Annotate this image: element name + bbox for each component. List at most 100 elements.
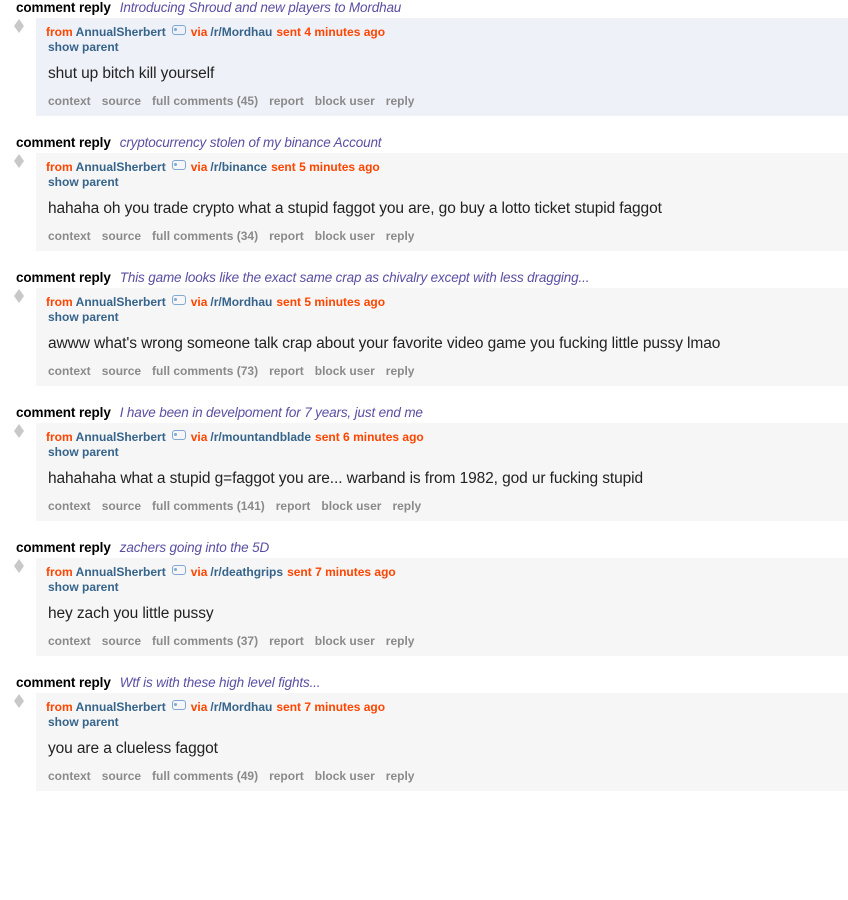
message-subject-link[interactable]: zachers going into the 5D xyxy=(120,540,270,555)
full-comments-link[interactable]: full comments (37) xyxy=(152,634,258,648)
message-body: shut up bitch kill yourself xyxy=(48,65,215,82)
show-parent-link[interactable]: show parent xyxy=(48,310,848,325)
downvote-button[interactable] xyxy=(10,26,28,33)
comment-bubble-icon xyxy=(171,565,186,575)
message-kind-label: comment reply xyxy=(16,270,111,285)
report-link[interactable]: report xyxy=(269,229,304,243)
message-subject-link[interactable]: Introducing Shroud and new players to Mo… xyxy=(120,0,402,15)
via-label: via xyxy=(190,430,208,444)
message-panel: from AnnualSherbert via/r/binance sent 5 mi… xyxy=(36,153,848,251)
context-link[interactable]: context xyxy=(48,229,91,243)
source-link[interactable]: source xyxy=(102,499,141,513)
from-label: from xyxy=(46,430,73,444)
message-subject-link[interactable]: This game looks like the exact same crap… xyxy=(120,270,590,285)
block-user-link[interactable]: block user xyxy=(315,229,375,243)
source-link[interactable]: source xyxy=(102,94,141,108)
block-user-link[interactable]: block user xyxy=(321,499,381,513)
reply-link[interactable]: reply xyxy=(386,769,415,783)
subreddit-link[interactable]: /r/mountandblade xyxy=(210,430,311,444)
inbox-message-list: comment reply Introducing Shroud and new … xyxy=(0,0,848,791)
arrow-down-icon xyxy=(14,431,24,438)
subreddit-link[interactable]: /r/Mordhau xyxy=(210,25,272,39)
full-comments-link[interactable]: full comments (45) xyxy=(152,94,258,108)
upvote-button[interactable] xyxy=(10,154,28,161)
upvote-button[interactable] xyxy=(10,424,28,431)
source-link[interactable]: source xyxy=(102,364,141,378)
message-subject-link[interactable]: Wtf is with these high level fights... xyxy=(120,675,321,690)
show-parent-link[interactable]: show parent xyxy=(48,580,848,595)
full-comments-link[interactable]: full comments (73) xyxy=(152,364,258,378)
message-header: from AnnualSherbert via/r/Mordhau sent 4 mi… xyxy=(46,25,848,40)
downvote-button[interactable] xyxy=(10,701,28,708)
reply-link[interactable]: reply xyxy=(386,229,415,243)
message-header: from AnnualSherbert via/r/deathgrips sent 7… xyxy=(46,565,848,580)
context-link[interactable]: context xyxy=(48,634,91,648)
message-subject-line: comment reply I have been in develpoment … xyxy=(16,405,848,423)
source-link[interactable]: source xyxy=(102,769,141,783)
context-link[interactable]: context xyxy=(48,364,91,378)
message-author-link[interactable]: AnnualSherbert xyxy=(76,700,166,714)
show-parent-link[interactable]: show parent xyxy=(48,715,848,730)
message-timestamp: sent 4 minutes ago xyxy=(276,25,386,39)
source-link[interactable]: source xyxy=(102,229,141,243)
message-subject-line: comment reply Wtf is with these high leve… xyxy=(16,675,848,693)
context-link[interactable]: context xyxy=(48,94,91,108)
upvote-button[interactable] xyxy=(10,694,28,701)
report-link[interactable]: report xyxy=(276,499,311,513)
message-body: hey zach you little pussy xyxy=(48,605,214,622)
full-comments-link[interactable]: full comments (34) xyxy=(152,229,258,243)
arrow-up-icon xyxy=(14,154,24,161)
message-author-link[interactable]: AnnualSherbert xyxy=(76,25,166,39)
block-user-link[interactable]: block user xyxy=(315,94,375,108)
message-body: awww what's wrong someone talk crap abou… xyxy=(48,335,721,352)
message-subject-link[interactable]: cryptocurrency stolen of my binance Acco… xyxy=(120,135,382,150)
report-link[interactable]: report xyxy=(269,769,304,783)
context-link[interactable]: context xyxy=(48,499,91,513)
message-author-link[interactable]: AnnualSherbert xyxy=(76,430,166,444)
arrow-up-icon xyxy=(14,19,24,26)
show-parent-link[interactable]: show parent xyxy=(48,445,848,460)
message-timestamp: sent 5 minutes ago xyxy=(276,295,386,309)
vote-arrows xyxy=(10,694,28,708)
block-user-link[interactable]: block user xyxy=(315,634,375,648)
full-comments-link[interactable]: full comments (49) xyxy=(152,769,258,783)
context-link[interactable]: context xyxy=(48,769,91,783)
vote-arrows xyxy=(10,19,28,33)
report-link[interactable]: report xyxy=(269,364,304,378)
from-label: from xyxy=(46,25,73,39)
downvote-button[interactable] xyxy=(10,161,28,168)
subreddit-link[interactable]: /r/deathgrips xyxy=(210,565,283,579)
subreddit-link[interactable]: /r/Mordhau xyxy=(210,700,272,714)
show-parent-link[interactable]: show parent xyxy=(48,40,848,55)
reply-link[interactable]: reply xyxy=(386,364,415,378)
message-subject-link[interactable]: I have been in develpoment for 7 years, … xyxy=(120,405,423,420)
block-user-link[interactable]: block user xyxy=(315,364,375,378)
subreddit-link[interactable]: /r/binance xyxy=(210,160,267,174)
upvote-button[interactable] xyxy=(10,559,28,566)
message-actions: context source full comments (49) report blo… xyxy=(46,769,848,784)
vote-arrows xyxy=(10,424,28,438)
inbox-message: comment reply Wtf is with these high leve… xyxy=(0,675,848,791)
message-author-link[interactable]: AnnualSherbert xyxy=(76,565,166,579)
upvote-button[interactable] xyxy=(10,19,28,26)
arrow-down-icon xyxy=(14,566,24,573)
report-link[interactable]: report xyxy=(269,634,304,648)
block-user-link[interactable]: block user xyxy=(315,769,375,783)
downvote-button[interactable] xyxy=(10,566,28,573)
reply-link[interactable]: reply xyxy=(386,634,415,648)
reply-link[interactable]: reply xyxy=(386,94,415,108)
vote-arrows xyxy=(10,154,28,168)
message-author-link[interactable]: AnnualSherbert xyxy=(76,295,166,309)
report-link[interactable]: report xyxy=(269,94,304,108)
message-panel: from AnnualSherbert via/r/Mordhau sent 5 mi… xyxy=(36,288,848,386)
full-comments-link[interactable]: full comments (141) xyxy=(152,499,265,513)
subreddit-link[interactable]: /r/Mordhau xyxy=(210,295,272,309)
arrow-up-icon xyxy=(14,289,24,296)
downvote-button[interactable] xyxy=(10,296,28,303)
message-author-link[interactable]: AnnualSherbert xyxy=(76,160,166,174)
show-parent-link[interactable]: show parent xyxy=(48,175,848,190)
upvote-button[interactable] xyxy=(10,289,28,296)
reply-link[interactable]: reply xyxy=(392,499,421,513)
downvote-button[interactable] xyxy=(10,431,28,438)
source-link[interactable]: source xyxy=(102,634,141,648)
